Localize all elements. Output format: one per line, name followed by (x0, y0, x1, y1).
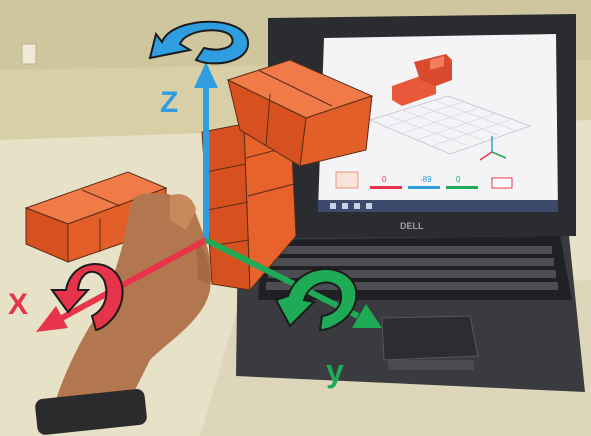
screen-value-y: 0 (456, 175, 461, 184)
photo-scene: DELL 0 -89 0 Z X y (0, 0, 591, 436)
touchpad (381, 315, 479, 361)
axis-label-z: Z (160, 86, 178, 119)
axis-label-x: X (8, 288, 28, 321)
screen-side-panel (335, 171, 359, 189)
screen-button (491, 177, 513, 189)
screen-bar-x (370, 186, 402, 189)
wall-outlet (21, 43, 37, 65)
axis-label-y: y (326, 353, 344, 389)
screen-value-x: 0 (382, 175, 387, 184)
touchpad-buttons (388, 360, 474, 370)
screen-bar-y (446, 186, 478, 189)
laptop-brand: DELL (400, 221, 424, 231)
screen-bar-z (408, 186, 440, 189)
screen-value-z: -89 (420, 175, 432, 184)
